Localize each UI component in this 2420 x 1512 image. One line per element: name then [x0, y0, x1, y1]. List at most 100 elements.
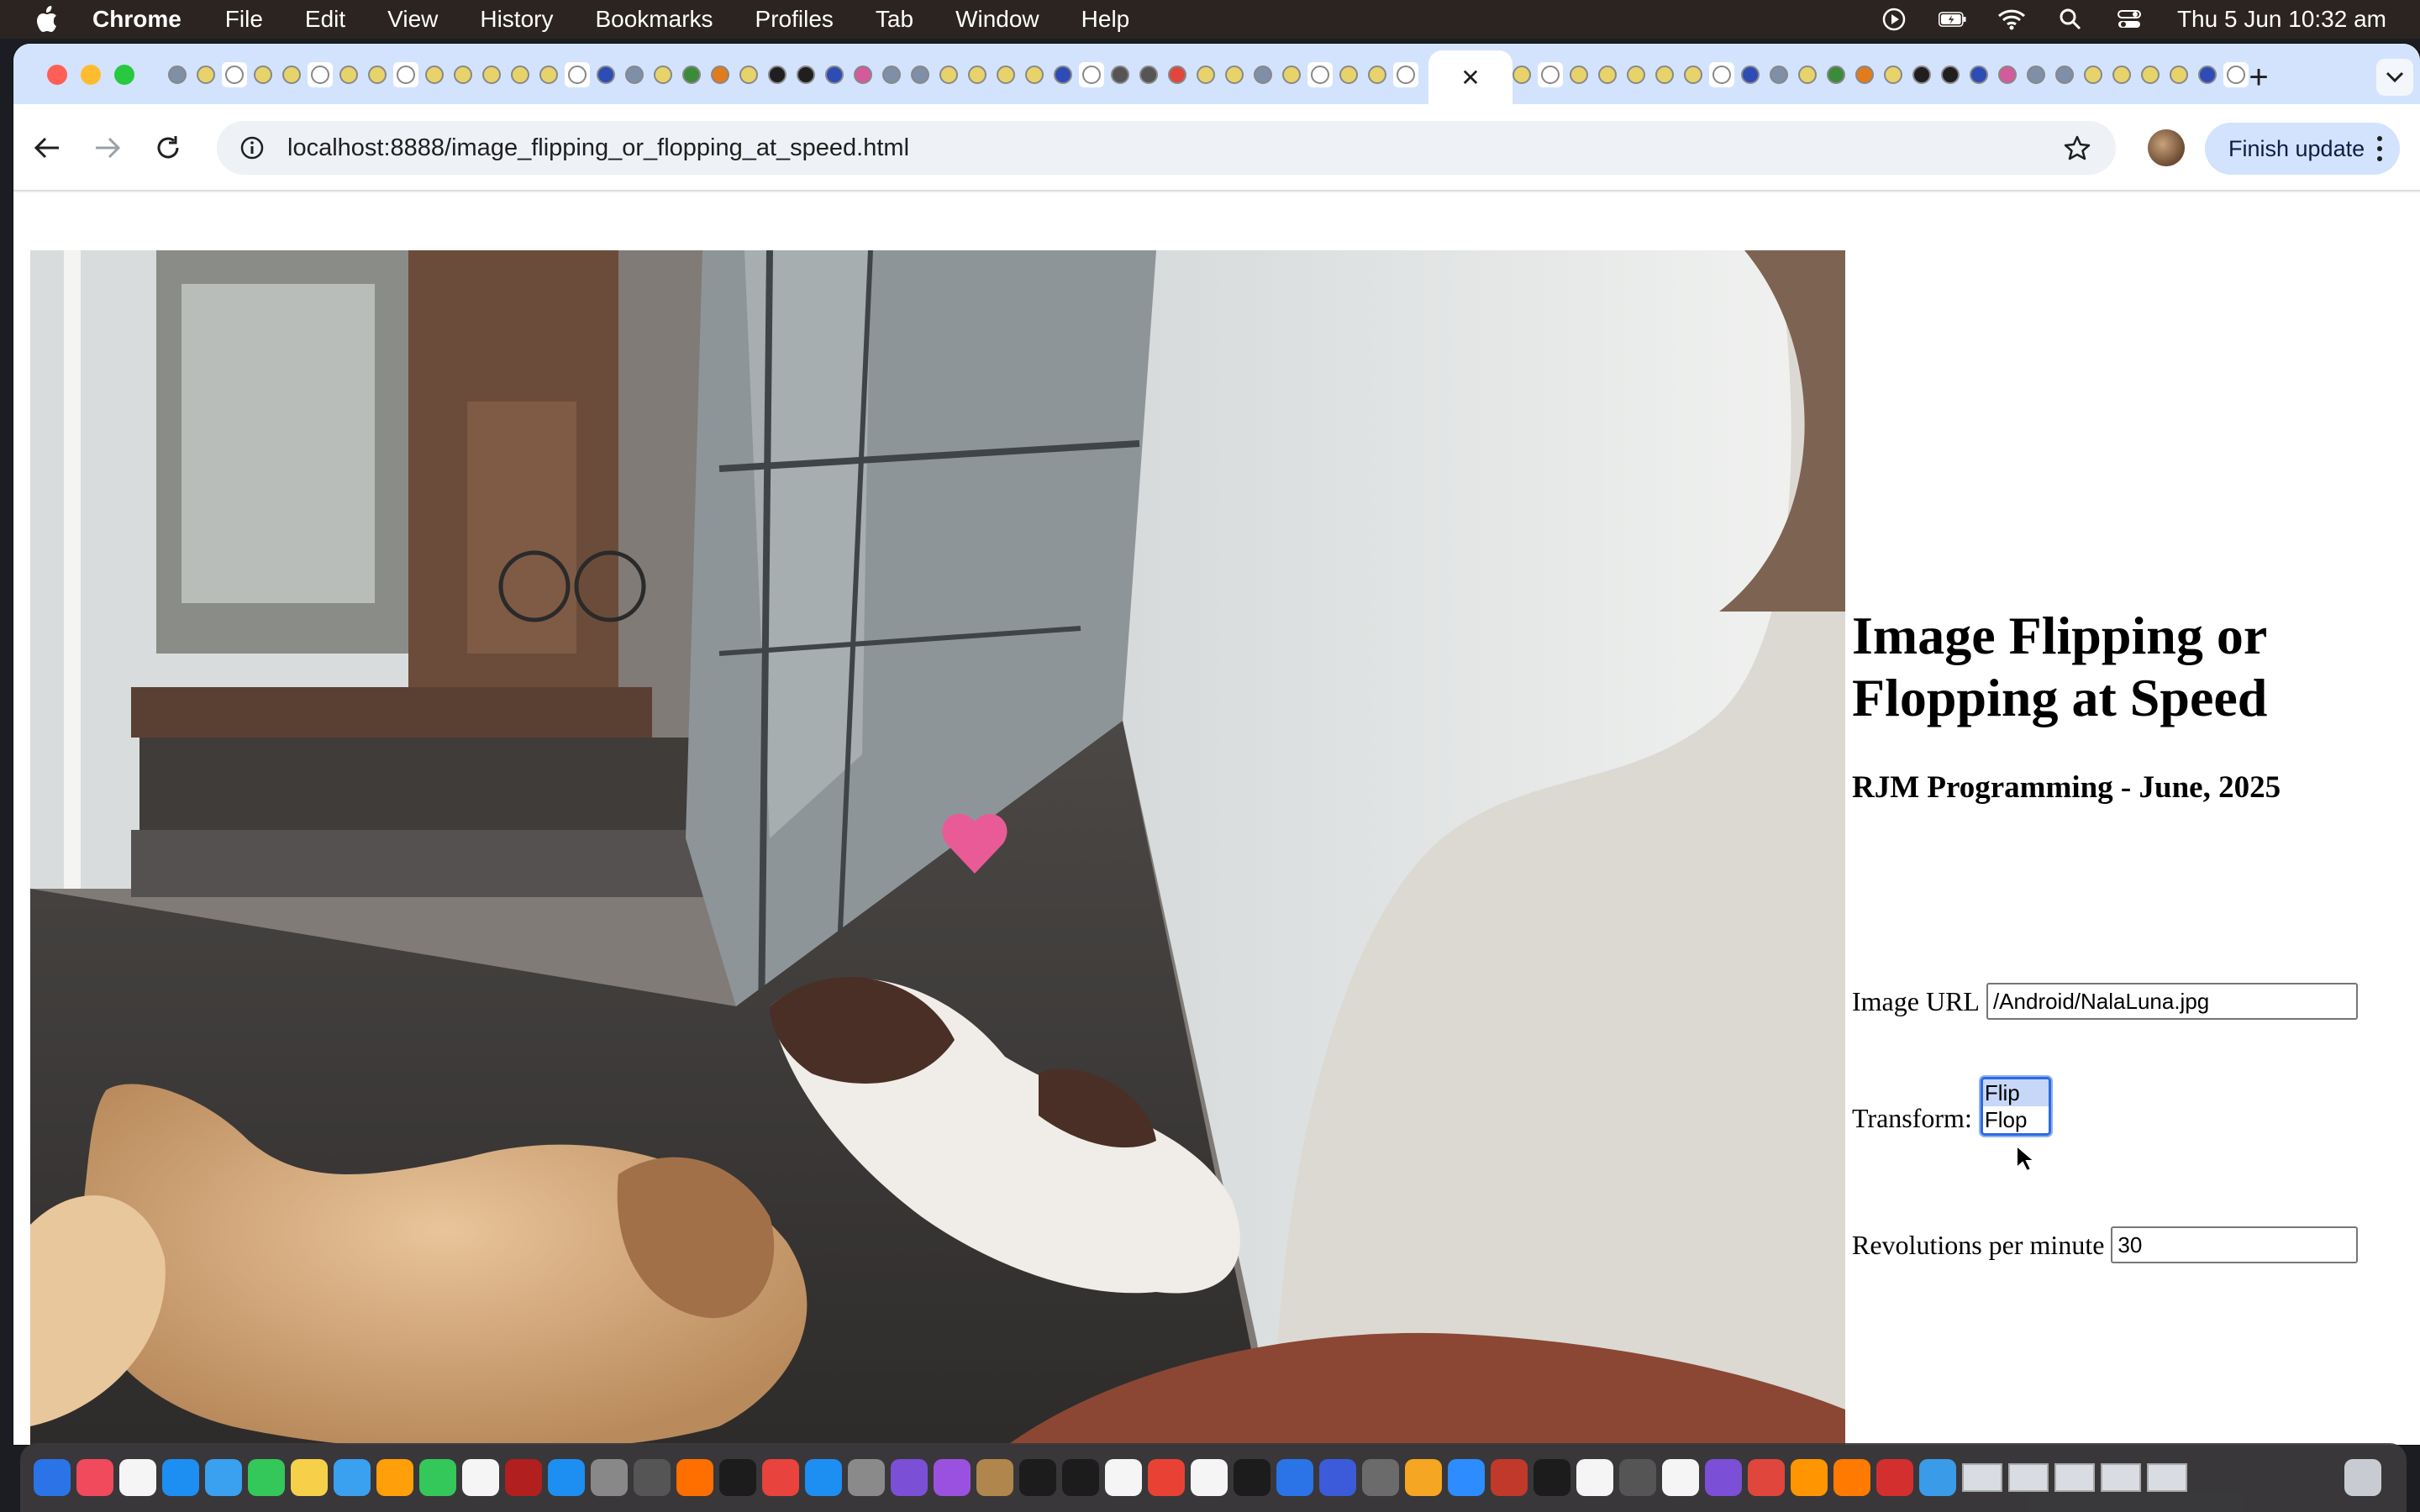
tab-favicon-icon[interactable]: [2052, 62, 2077, 87]
address-bar[interactable]: localhost:8888/image_flipping_or_floppin…: [217, 121, 2116, 175]
tab-favicon-icon[interactable]: [593, 62, 618, 87]
dock-app-icon[interactable]: [548, 1459, 585, 1496]
dock-app-icon[interactable]: [1833, 1459, 1870, 1496]
tab-favicon-icon[interactable]: [2195, 62, 2220, 87]
dock-minimized-window[interactable]: [2101, 1463, 2141, 1492]
dock-app-icon[interactable]: [1662, 1459, 1699, 1496]
window-zoom-button[interactable]: [114, 65, 134, 85]
dock-app-icon[interactable]: [419, 1459, 456, 1496]
menu-history[interactable]: History: [480, 6, 553, 33]
tab-favicon-icon[interactable]: [479, 62, 504, 87]
dock-app-icon[interactable]: [1234, 1459, 1270, 1496]
tab-favicon-icon[interactable]: [822, 62, 847, 87]
tab-favicon-icon[interactable]: [1136, 62, 1161, 87]
tab-favicon-icon[interactable]: [850, 62, 876, 87]
tab-favicon-icon[interactable]: [1509, 62, 1534, 87]
dock-app-icon[interactable]: [634, 1459, 671, 1496]
tab-favicon-icon[interactable]: [1738, 62, 1763, 87]
tab-favicon-icon[interactable]: [222, 62, 247, 87]
dock-app-icon[interactable]: [805, 1459, 842, 1496]
dock-minimized-window[interactable]: [2008, 1463, 2049, 1492]
tab-favicon-icon[interactable]: [565, 62, 590, 87]
dock-app-icon[interactable]: [719, 1459, 756, 1496]
dock-minimized-window[interactable]: [2147, 1463, 2187, 1492]
dock-app-icon[interactable]: [976, 1459, 1013, 1496]
tab-favicon-icon[interactable]: [2109, 62, 2134, 87]
dock-app-icon[interactable]: [591, 1459, 628, 1496]
dock-app-icon[interactable]: [291, 1459, 328, 1496]
tab-favicon-icon[interactable]: [1307, 62, 1333, 87]
dock-minimized-window[interactable]: [1962, 1463, 2002, 1492]
tab-favicon-icon[interactable]: [1107, 62, 1133, 87]
wifi-icon[interactable]: [1997, 7, 2026, 32]
tab-favicon-icon[interactable]: [279, 62, 304, 87]
transform-option-flop[interactable]: Flop: [1983, 1106, 2049, 1133]
spotlight-search-icon[interactable]: [2056, 7, 2085, 32]
more-options-icon[interactable]: [2376, 136, 2383, 161]
tab-favicon-icon[interactable]: [393, 62, 418, 87]
dock-app-icon[interactable]: [205, 1459, 242, 1496]
tab-favicon-icon[interactable]: [1995, 62, 2020, 87]
tab-favicon-icon[interactable]: [1566, 62, 1591, 87]
dock-app-icon[interactable]: [1405, 1459, 1442, 1496]
tab-favicon-icon[interactable]: [1393, 62, 1418, 87]
menu-tab[interactable]: Tab: [876, 6, 913, 33]
tab-favicon-icon[interactable]: [2166, 62, 2191, 87]
dock-minimized-window[interactable]: [2054, 1463, 2095, 1492]
tab-favicon-icon[interactable]: [793, 62, 818, 87]
back-button[interactable]: [29, 129, 66, 166]
new-tab-button[interactable]: +: [2242, 59, 2275, 96]
dock-app-icon[interactable]: [1105, 1459, 1142, 1496]
dock-app-icon[interactable]: [1576, 1459, 1613, 1496]
tab-favicon-icon[interactable]: [1938, 62, 1963, 87]
tab-favicon-icon[interactable]: [650, 62, 676, 87]
tab-close-icon[interactable]: ✕: [1458, 65, 1483, 91]
tab-favicon-icon[interactable]: [193, 62, 218, 87]
dock-app-icon[interactable]: [676, 1459, 713, 1496]
dock-app-icon[interactable]: [1062, 1459, 1099, 1496]
tab-favicon-icon[interactable]: [365, 62, 390, 87]
tab-favicon-icon[interactable]: [1165, 62, 1190, 87]
trash-icon[interactable]: [2344, 1459, 2381, 1496]
tab-favicon-icon[interactable]: [965, 62, 990, 87]
tab-favicon-icon[interactable]: [1365, 62, 1390, 87]
tab-favicon-icon[interactable]: [936, 62, 961, 87]
tab-favicon-icon[interactable]: [250, 62, 276, 87]
reload-button[interactable]: [150, 129, 187, 166]
transform-option-flip[interactable]: Flip: [1982, 1079, 2049, 1106]
dock-app-icon[interactable]: [119, 1459, 156, 1496]
tab-favicon-icon[interactable]: [1595, 62, 1620, 87]
rpm-input[interactable]: [2111, 1226, 2359, 1263]
tab-favicon-icon[interactable]: [165, 62, 190, 87]
active-tab[interactable]: ✕: [1428, 50, 1512, 104]
dock-app-icon[interactable]: [934, 1459, 971, 1496]
menu-view[interactable]: View: [387, 6, 438, 33]
url-text[interactable]: localhost:8888/image_flipping_or_floppin…: [287, 134, 909, 162]
tab-favicon-icon[interactable]: [1652, 62, 1677, 87]
dock-app-icon[interactable]: [334, 1459, 371, 1496]
tab-favicon-icon[interactable]: [1193, 62, 1218, 87]
tab-favicon-icon[interactable]: [1823, 62, 1849, 87]
menu-edit[interactable]: Edit: [305, 6, 345, 33]
battery-charging-icon[interactable]: [1938, 7, 1967, 32]
tab-favicon-icon[interactable]: [450, 62, 476, 87]
dock-app-icon[interactable]: [1491, 1459, 1528, 1496]
menu-file[interactable]: File: [225, 6, 263, 33]
tab-favicon-icon[interactable]: [908, 62, 933, 87]
dock-app-icon[interactable]: [1148, 1459, 1185, 1496]
dock-app-icon[interactable]: [1919, 1459, 1956, 1496]
tab-favicon-icon[interactable]: [336, 62, 361, 87]
dock-app-icon[interactable]: [162, 1459, 199, 1496]
tab-favicon-icon[interactable]: [993, 62, 1018, 87]
tab-favicon-icon[interactable]: [708, 62, 733, 87]
dock-app-icon[interactable]: [848, 1459, 885, 1496]
tab-favicon-icon[interactable]: [536, 62, 561, 87]
tab-favicon-icon[interactable]: [1222, 62, 1247, 87]
transform-listbox[interactable]: Flip Flop: [1980, 1077, 2051, 1136]
dock-app-icon[interactable]: [1619, 1459, 1656, 1496]
tab-favicon-icon[interactable]: [1909, 62, 1934, 87]
dock-app-icon[interactable]: [1534, 1459, 1570, 1496]
menubar-clock[interactable]: Thu 5 Jun 10:32 am: [2177, 6, 2386, 33]
image-url-input[interactable]: [1986, 983, 2358, 1020]
tab-favicon-icon[interactable]: [2081, 62, 2106, 87]
